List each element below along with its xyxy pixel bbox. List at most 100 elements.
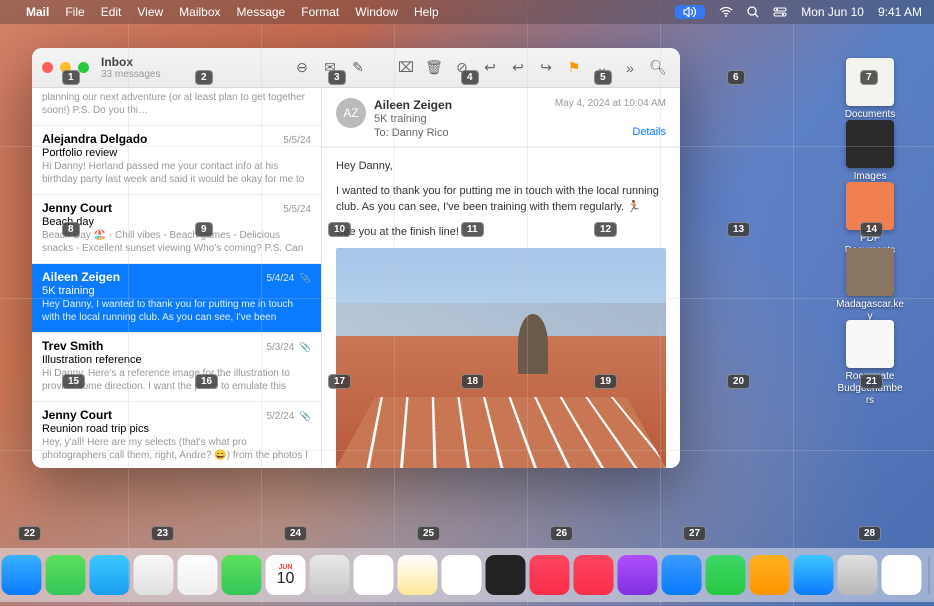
dock-mail[interactable] bbox=[90, 555, 130, 595]
desktop-item[interactable]: Madagascar.key bbox=[836, 248, 904, 323]
search-icon[interactable]: 🔍︎ bbox=[646, 57, 670, 79]
message-date: 5/5/24 bbox=[283, 204, 311, 215]
message-row[interactable]: planning our next adventure (or at least… bbox=[32, 88, 321, 126]
mail-window[interactable]: Inbox 33 messages ⊖ ✉︎ ✎ ⌧ 🗑︎ ⊘ ↩︎ ↩︎ ↪︎… bbox=[32, 48, 680, 468]
dock-appstore[interactable] bbox=[794, 555, 834, 595]
desktop-item-icon bbox=[846, 248, 894, 296]
dock-facetime[interactable] bbox=[222, 555, 262, 595]
archive-icon[interactable]: ⌧ bbox=[394, 57, 418, 79]
more-icon[interactable]: » bbox=[618, 57, 642, 79]
sound-indicator-icon[interactable] bbox=[675, 5, 705, 19]
message-row[interactable]: Trev Smith5/3/24 📎Illustration reference… bbox=[32, 333, 321, 402]
flag-icon[interactable]: ⚑ bbox=[562, 57, 586, 79]
reader-to: To: Danny Rico bbox=[336, 127, 666, 139]
message-preview: Hi Danny! Herland passed me your contact… bbox=[42, 160, 311, 186]
message-date: 5/4/24 📎 bbox=[266, 273, 311, 284]
zoom-button[interactable] bbox=[78, 62, 89, 73]
dock-messages[interactable] bbox=[46, 555, 86, 595]
grid-line bbox=[0, 450, 934, 451]
message-date: 5/3/24 📎 bbox=[266, 342, 311, 353]
grid-line bbox=[0, 146, 934, 147]
desktop-item-icon bbox=[846, 320, 894, 368]
attachment-image[interactable] bbox=[336, 248, 666, 468]
menu-view[interactable]: View bbox=[137, 5, 163, 19]
message-row[interactable]: Alejandra Delgado5/5/24Portfolio reviewH… bbox=[32, 126, 321, 195]
dock-separator bbox=[929, 556, 930, 594]
mail-toolbar: Inbox 33 messages ⊖ ✉︎ ✎ ⌧ 🗑︎ ⊘ ↩︎ ↩︎ ↪︎… bbox=[32, 48, 680, 88]
dock-contacts[interactable] bbox=[310, 555, 350, 595]
dock-podcasts[interactable] bbox=[618, 555, 658, 595]
wifi-icon[interactable] bbox=[719, 7, 733, 17]
grid-badge: 28 bbox=[858, 526, 881, 541]
dock-maps[interactable] bbox=[134, 555, 174, 595]
dock-reminders[interactable] bbox=[354, 555, 394, 595]
message-from: Jenny Court bbox=[42, 201, 112, 215]
message-list[interactable]: planning our next adventure (or at least… bbox=[32, 88, 322, 468]
paperclip-icon: 📎 bbox=[297, 273, 311, 283]
dock-freeform[interactable] bbox=[442, 555, 482, 595]
menubar-date[interactable]: Mon Jun 10 bbox=[801, 5, 864, 19]
grid-badge: 10 bbox=[328, 222, 351, 237]
grid-line bbox=[793, 0, 794, 606]
desktop-item[interactable]: Images bbox=[836, 120, 904, 183]
desktop-item-icon bbox=[846, 120, 894, 168]
grid-line bbox=[660, 0, 661, 606]
grid-badge: 3 bbox=[328, 70, 346, 85]
dock-photos[interactable] bbox=[178, 555, 218, 595]
dock-settings[interactable] bbox=[838, 555, 878, 595]
menubar-time[interactable]: 9:41 AM bbox=[878, 5, 922, 19]
menu-file[interactable]: File bbox=[65, 5, 84, 19]
grid-badge: 20 bbox=[727, 374, 750, 389]
grid-badge: 9 bbox=[195, 222, 213, 237]
body-line: Hey Danny, bbox=[336, 158, 666, 175]
trash-icon[interactable]: 🗑︎ bbox=[422, 57, 446, 79]
reply-icon[interactable]: ↩︎ bbox=[478, 57, 502, 79]
dock-keynote[interactable] bbox=[662, 555, 702, 595]
message-subject: Reunion road trip pics bbox=[42, 423, 311, 435]
filter-icon[interactable]: ⊖ bbox=[290, 57, 314, 79]
control-center-icon[interactable] bbox=[773, 7, 787, 17]
dock-news[interactable] bbox=[574, 555, 614, 595]
message-row[interactable]: Jenny Court5/2/24 📎Reunion road trip pic… bbox=[32, 402, 321, 468]
grid-line bbox=[394, 0, 395, 606]
message-from: Aileen Zeigen bbox=[42, 270, 120, 284]
grid-badge: 2 bbox=[195, 70, 213, 85]
grid-badge: 27 bbox=[683, 526, 706, 541]
forward-icon[interactable]: ↪︎ bbox=[534, 57, 558, 79]
grid-badge: 5 bbox=[594, 70, 612, 85]
desktop-item[interactable]: Documents bbox=[836, 58, 904, 121]
grid-badge: 12 bbox=[594, 222, 617, 237]
dock-numbers[interactable] bbox=[706, 555, 746, 595]
dock-safari[interactable] bbox=[2, 555, 42, 595]
paperclip-icon: 📎 bbox=[297, 411, 311, 421]
desktop-item[interactable]: PDF Documents bbox=[836, 182, 904, 257]
dock-calendar[interactable]: JUN10 bbox=[266, 555, 306, 595]
close-button[interactable] bbox=[42, 62, 53, 73]
message-preview: Hey Danny, I wanted to thank you for put… bbox=[42, 298, 311, 324]
message-preview: Beach Day 🏖️ - Chill vibes - Beach games… bbox=[42, 229, 311, 255]
grid-badge: 16 bbox=[195, 374, 218, 389]
dock-pages[interactable] bbox=[750, 555, 790, 595]
compose-icon[interactable]: ✎ bbox=[346, 57, 370, 79]
message-date: 5/5/24 bbox=[283, 135, 311, 146]
dock-notes[interactable] bbox=[398, 555, 438, 595]
app-menu[interactable]: Mail bbox=[26, 5, 49, 19]
menu-window[interactable]: Window bbox=[355, 5, 398, 19]
dock-iphone[interactable] bbox=[882, 555, 922, 595]
desktop-item[interactable]: Roommate Budget.numbers bbox=[836, 320, 904, 407]
menu-mailbox[interactable]: Mailbox bbox=[179, 5, 220, 19]
grid-badge: 11 bbox=[461, 222, 484, 237]
dock-tv[interactable] bbox=[486, 555, 526, 595]
menu-format[interactable]: Format bbox=[301, 5, 339, 19]
dock-music[interactable] bbox=[530, 555, 570, 595]
message-from: Alejandra Delgado bbox=[42, 132, 147, 146]
message-subject: 5K training bbox=[42, 285, 311, 297]
grid-badge: 25 bbox=[417, 526, 440, 541]
reader-subject: 5K training bbox=[336, 113, 666, 125]
menu-edit[interactable]: Edit bbox=[101, 5, 122, 19]
spotlight-icon[interactable] bbox=[747, 6, 759, 18]
mailbox-count: 33 messages bbox=[101, 69, 160, 80]
menu-help[interactable]: Help bbox=[414, 5, 439, 19]
menu-message[interactable]: Message bbox=[237, 5, 286, 19]
grid-badge: 8 bbox=[62, 222, 80, 237]
